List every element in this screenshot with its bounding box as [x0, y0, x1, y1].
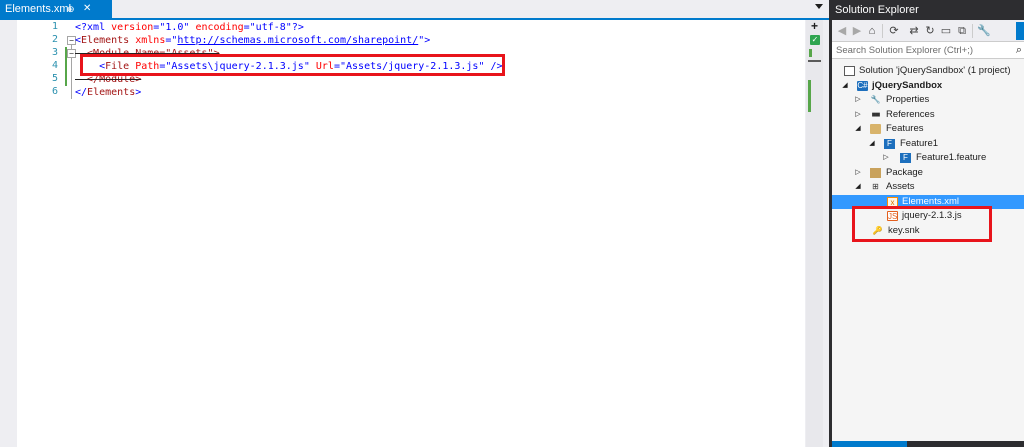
xml-punctuation: =": [165, 35, 178, 46]
line-number: 5: [51, 73, 58, 84]
collapse-arrow-icon[interactable]: ◢: [868, 137, 876, 152]
xml-attribute: version: [111, 22, 154, 33]
properties-icon[interactable]: 🔧: [977, 24, 991, 38]
back-icon[interactable]: ◀: [835, 24, 849, 38]
tree-item-label: Solution 'jQuerySandbox' (1 project): [859, 65, 1011, 76]
solution-explorer: Solution Explorer ◀ ▶ ⌂ ⟳ ⇄ ↻ ▭ ⧉ 🔧 Sear…: [832, 0, 1024, 447]
tree-item-features[interactable]: ◢ Features: [832, 122, 1024, 137]
xml-punctuation: ?>: [291, 22, 304, 33]
xml-value: "utf-8": [249, 22, 292, 33]
editor-scrollbar[interactable]: + ✓: [806, 20, 823, 447]
tree-item-label: Assets: [886, 181, 915, 192]
pending-changes-icon[interactable]: ⇄: [907, 24, 921, 38]
line-number: 1: [51, 21, 58, 32]
document-tab-strip: Elements.xml ⊕ ✕: [0, 0, 829, 20]
solution-icon: [844, 66, 855, 76]
expand-arrow-icon[interactable]: ▷: [854, 166, 862, 181]
references-icon: ■■: [871, 109, 881, 119]
tree-item-label: References: [886, 108, 935, 120]
assets-module-icon: ⊞: [872, 182, 879, 191]
tree-item-package[interactable]: ▷ Package: [832, 166, 1024, 181]
toolbar-separator: [882, 24, 883, 38]
wrench-icon: 🔧: [870, 95, 881, 104]
tree-item-label: Feature1.feature: [916, 152, 987, 163]
search-icon[interactable]: ⌕: [1016, 42, 1022, 59]
xml-punctuation: ">: [418, 35, 431, 46]
namespace-link[interactable]: http://schemas.microsoft.com/sharepoint/: [177, 35, 418, 46]
expand-arrow-icon[interactable]: ▷: [882, 151, 890, 166]
close-icon[interactable]: ✕: [83, 0, 91, 18]
code-line-6: </Elements>: [75, 86, 141, 99]
code-line-2: <Elements xmlns="http://schemas.microsof…: [75, 34, 430, 47]
tree-item-solution[interactable]: Solution 'jQuerySandbox' (1 project): [832, 64, 1024, 79]
solution-explorer-search[interactable]: Search Solution Explorer (Ctrl+;) ⌕: [832, 42, 1024, 59]
tab-solution-explorer[interactable]: [832, 441, 907, 447]
tree-item-references[interactable]: ▷ ■■ References: [832, 108, 1024, 123]
toolbar-overflow[interactable]: [1016, 22, 1024, 40]
tab-elements-xml[interactable]: Elements.xml ⊕ ✕: [0, 0, 112, 18]
xml-tag: Elements: [87, 87, 136, 98]
line-number: 2: [51, 34, 58, 45]
tree-item-feature1-feature[interactable]: ▷ F Feature1.feature: [832, 151, 1024, 166]
tree-item-label: Package: [886, 166, 923, 178]
toolbar-separator: [972, 24, 973, 38]
folder-icon: [870, 124, 881, 134]
sync-icon[interactable]: ⟳: [887, 24, 901, 38]
collapse-arrow-icon[interactable]: ◢: [854, 180, 862, 195]
tree-item-label: Features: [886, 123, 924, 134]
collapse-arrow-icon[interactable]: ◢: [854, 122, 862, 137]
scroll-change-marker: [808, 80, 811, 112]
xml-attribute: xmlns: [135, 35, 166, 46]
tree-item-label: jQuerySandbox: [872, 79, 943, 91]
search-placeholder: Search Solution Explorer (Ctrl+;): [836, 45, 974, 56]
package-icon: [870, 167, 881, 178]
xml-file-icon: x: [887, 196, 898, 207]
line-number: 4: [51, 60, 58, 71]
tree-item-project[interactable]: ◢ C# jQuerySandbox: [832, 79, 1024, 94]
code-editor[interactable]: 1 2 3 4 5 6 − − <?xml version="1.0" enco…: [17, 20, 805, 447]
forward-icon[interactable]: ▶: [850, 24, 864, 38]
scroll-caret-marker: [808, 60, 821, 62]
tab-title: Elements.xml: [5, 3, 72, 15]
collapse-all-icon[interactable]: ▭: [939, 24, 953, 38]
xml-attribute: encoding: [195, 22, 244, 33]
xml-punctuation: </: [75, 87, 88, 98]
tree-item-label: Properties: [886, 94, 930, 105]
collapse-arrow-icon[interactable]: ◢: [841, 79, 849, 94]
line-number: 3: [51, 47, 58, 58]
expand-arrow-icon[interactable]: ▷: [854, 108, 862, 123]
refresh-icon[interactable]: ↻: [923, 24, 937, 38]
highlight-box-file: [852, 206, 992, 242]
tree-item-assets[interactable]: ◢ ⊞ Assets: [832, 180, 1024, 195]
tree-item-feature1[interactable]: ◢ F Feature1: [832, 137, 1024, 152]
feature-icon: F: [884, 138, 895, 149]
xml-punctuation: >: [135, 87, 142, 98]
solution-tree: Solution 'jQuerySandbox' (1 project) ◢ C…: [832, 62, 1024, 382]
project-icon: C#: [857, 80, 868, 91]
editor-pane: Elements.xml ⊕ ✕ 1 2 3 4 5 6 − − <?xml v…: [0, 0, 829, 447]
code-line-1: <?xml version="1.0" encoding="utf-8"?>: [75, 21, 304, 34]
show-all-files-icon[interactable]: ⧉: [955, 24, 969, 38]
bottom-tab-strip: [832, 441, 1024, 447]
expand-arrow-icon[interactable]: ▷: [854, 93, 862, 108]
line-number: 6: [51, 86, 58, 97]
feature-icon: F: [900, 153, 911, 163]
scroll-change-marker: [809, 49, 812, 57]
tree-item-label: Feature1: [900, 137, 939, 149]
tree-item-properties[interactable]: ▷ 🔧 Properties: [832, 93, 1024, 108]
xml-value: "1.0": [159, 22, 190, 33]
pin-icon[interactable]: ⊕: [67, 0, 75, 18]
split-icon[interactable]: +: [809, 20, 820, 32]
xml-punctuation: <?xml: [75, 22, 112, 33]
no-issues-icon: ✓: [810, 35, 820, 45]
xml-tag: Elements: [81, 35, 130, 46]
highlight-box-code: [80, 54, 505, 76]
ide-window: Elements.xml ⊕ ✕ 1 2 3 4 5 6 − − <?xml v…: [0, 0, 1024, 447]
home-icon[interactable]: ⌂: [865, 24, 879, 38]
tab-overflow-dropdown-icon[interactable]: [815, 4, 823, 9]
solution-explorer-title: Solution Explorer: [832, 0, 1024, 20]
solution-explorer-toolbar: ◀ ▶ ⌂ ⟳ ⇄ ↻ ▭ ⧉ 🔧: [832, 20, 1024, 42]
